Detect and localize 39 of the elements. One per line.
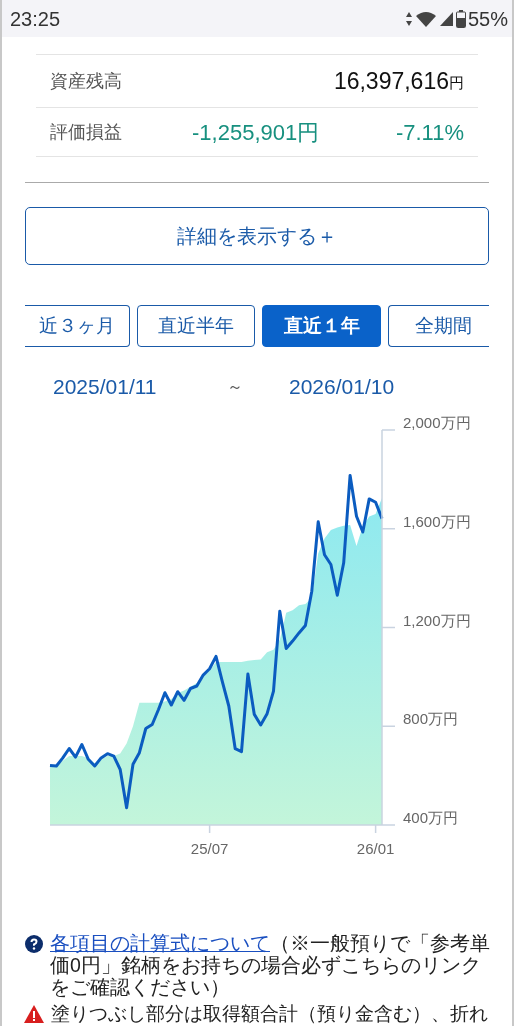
tick-mark bbox=[381, 725, 396, 727]
y-tick-label: 2,000万円 bbox=[403, 414, 471, 431]
help-icon bbox=[25, 935, 43, 953]
tick-mark bbox=[381, 528, 396, 530]
battery-percent: 55% bbox=[467, 6, 508, 32]
warning-icon bbox=[23, 1004, 45, 1024]
x-tick-label: 25/07 bbox=[190, 840, 229, 857]
y-tick-label: 1,200万円 bbox=[403, 611, 471, 629]
date-separator: ～ bbox=[227, 377, 244, 397]
battery-icon bbox=[455, 9, 466, 28]
show-details-button[interactable]: 詳細を表示する＋ bbox=[25, 207, 489, 265]
row-label: 評価損益 bbox=[50, 120, 123, 144]
period-tab[interactable]: 近３ヶ月 bbox=[25, 305, 130, 347]
signal-icon bbox=[438, 10, 454, 27]
gain-percent: -7.11% bbox=[395, 118, 464, 147]
tick-mark bbox=[381, 824, 396, 826]
help-note: 各項目の計算式について（※一般預りで「参考単価0円」銘柄をお持ちの場合必ずこちらのリンクをご確認ください） bbox=[50, 932, 491, 998]
balance-value: 16,397,616 bbox=[333, 66, 449, 96]
period-tab[interactable]: 全期間 bbox=[388, 305, 489, 347]
end-date: 2026/01/10 bbox=[289, 374, 395, 401]
formula-link[interactable]: 各項目の計算式について bbox=[50, 932, 270, 954]
status-time: 23:25 bbox=[10, 6, 61, 32]
period-tab[interactable]: 直近半年 bbox=[137, 305, 255, 347]
data-arrows-icon bbox=[404, 10, 413, 27]
tick-mark bbox=[374, 824, 377, 834]
wifi-icon bbox=[414, 10, 437, 27]
tick-mark bbox=[381, 429, 396, 431]
currency-unit: 円 bbox=[449, 72, 464, 93]
start-date: 2025/01/11 bbox=[53, 374, 158, 401]
gain-value: -1,255,901円 bbox=[192, 118, 320, 147]
period-tab[interactable]: 直近１年 bbox=[262, 305, 381, 347]
x-tick-label: 26/01 bbox=[356, 840, 395, 857]
y-tick-label: 400万円 bbox=[403, 809, 459, 826]
row-label: 資産残高 bbox=[50, 69, 123, 93]
warning-note: 塗りつぶし部分は取得額合計（預り金含む）、折れ bbox=[51, 1003, 488, 1025]
y-tick-label: 800万円 bbox=[403, 710, 459, 728]
tick-mark bbox=[208, 824, 211, 834]
tick-mark bbox=[381, 626, 396, 629]
y-tick-label: 1,600万円 bbox=[403, 512, 471, 530]
